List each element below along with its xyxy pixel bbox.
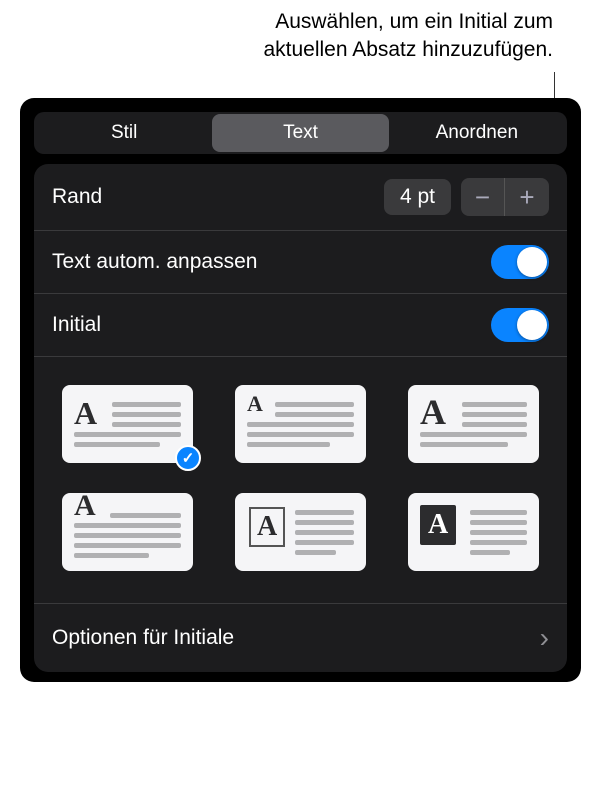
rand-increment-button[interactable]: + [505,178,549,216]
callout-line-1: Auswählen, um ein Initial zum [263,8,553,36]
panel-body: Rand 4 pt − + Text autom. anpassen Initi… [34,164,567,672]
dropcap-letter-icon: A [74,395,97,432]
dropcap-style-3[interactable]: A [408,385,539,463]
toggle-knob [517,310,547,340]
row-rand: Rand 4 pt − + [34,164,567,231]
dropcap-letter-icon: A [420,505,456,545]
tab-text[interactable]: Text [212,114,388,152]
chevron-right-icon: › [540,622,549,654]
inspector-tabs: Stil Text Anordnen [34,112,567,154]
autofit-toggle[interactable] [491,245,549,279]
dropcap-style-5[interactable]: A [235,493,366,571]
dropcap-style-grid: A ✓ A A A [34,357,567,604]
dropcap-letter-icon: A [247,391,263,417]
selected-checkmark-icon: ✓ [175,445,201,471]
dropcap-letter-icon: A [74,489,96,523]
callout-annotation: Auswählen, um ein Initial zum aktuellen … [263,8,553,65]
dropcap-style-4[interactable]: A [62,493,193,571]
row-initial-options[interactable]: Optionen für Initiale › [34,604,567,672]
toggle-knob [517,247,547,277]
initial-toggle[interactable] [491,308,549,342]
rand-decrement-button[interactable]: − [461,178,505,216]
initial-label: Initial [52,313,491,337]
rand-stepper: − + [461,178,549,216]
dropcap-style-6[interactable]: A [408,493,539,571]
tab-anordnen[interactable]: Anordnen [389,114,565,152]
callout-line-2: aktuellen Absatz hinzuzufügen. [263,36,553,64]
row-initial: Initial [34,294,567,357]
tab-stil[interactable]: Stil [36,114,212,152]
initial-options-label: Optionen für Initiale [52,626,540,650]
dropcap-letter-icon: A [249,507,285,547]
dropcap-letter-icon: A [420,391,446,433]
rand-label: Rand [52,185,384,209]
autofit-label: Text autom. anpassen [52,250,491,274]
text-lines-icon [247,402,354,447]
dropcap-style-1[interactable]: A ✓ [62,385,193,463]
dropcap-style-2[interactable]: A [235,385,366,463]
rand-value[interactable]: 4 pt [384,179,451,215]
row-autofit: Text autom. anpassen [34,231,567,294]
inspector-panel: Stil Text Anordnen Rand 4 pt − + Text au… [20,98,581,682]
